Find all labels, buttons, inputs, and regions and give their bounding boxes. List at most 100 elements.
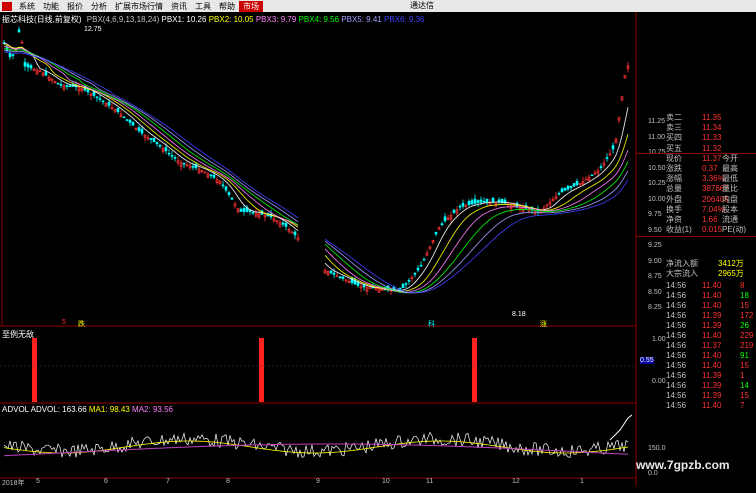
tick-time: 14:56 <box>666 381 687 390</box>
tick-row: 14:56 11.39 1 <box>636 371 756 381</box>
candle-body <box>98 98 102 100</box>
vol-panel-title: ADVOL ADVOL: 163.66 MA1: 98.43 MA2: 93.5… <box>2 405 173 414</box>
quote-label: 卖三 <box>666 123 682 133</box>
candle-body <box>569 185 573 188</box>
quote-label: 涨幅 <box>666 174 682 184</box>
flow-label: 净流入额 <box>666 259 698 268</box>
tick-row: 14:56 11.37 219 <box>636 341 756 351</box>
quote-label: 外盘 <box>666 194 682 204</box>
candle-body <box>224 186 228 191</box>
candle-body <box>611 145 615 150</box>
quote-row: 买四 11.33 <box>636 133 756 143</box>
candle-body <box>86 89 90 93</box>
quote-value: 0.37 <box>702 164 718 173</box>
quote-extra-label: 最高 <box>722 164 738 173</box>
tick-price: 11.39 <box>702 321 722 330</box>
candle-body <box>128 119 132 123</box>
low-price-label: 8.18 <box>512 311 526 318</box>
mark-bar-2 <box>259 338 264 402</box>
tick-time: 14:56 <box>666 291 687 300</box>
high-price-label: 12.75 <box>84 26 102 33</box>
tick-row: 14:56 11.39 14 <box>636 381 756 391</box>
tick-row: 14:56 11.40 7 <box>636 401 756 411</box>
ma-line-2 <box>3 44 629 292</box>
candle-body <box>293 231 297 236</box>
tick-price: 11.40 <box>702 281 722 290</box>
candle-body <box>434 231 438 235</box>
tick-time: 14:56 <box>666 281 687 290</box>
quote-extra-label: 流通 <box>722 215 738 224</box>
tick-volume: 91 <box>740 351 749 360</box>
candle-body <box>173 157 177 159</box>
tick-price: 11.40 <box>702 351 722 360</box>
quote-label: 换手 <box>666 204 682 214</box>
tick-row: 14:56 11.39 15 <box>636 391 756 401</box>
ma-line-1 <box>3 42 629 291</box>
tick-volume: 229 <box>740 331 754 340</box>
candle-body <box>284 223 288 227</box>
date-axis-label: 10 <box>382 478 390 485</box>
candle-body <box>458 205 462 208</box>
candle-body <box>443 216 447 222</box>
tick-price: 11.40 <box>702 361 722 370</box>
date-axis-label: 6 <box>104 478 108 485</box>
tick-volume: 1 <box>740 371 745 380</box>
candle-body <box>341 276 345 279</box>
date-axis-label: 8 <box>226 478 230 485</box>
candle-body <box>440 223 444 225</box>
candle-body <box>221 184 225 187</box>
quote-row: 外盘 206405 内盘 <box>636 195 756 205</box>
flow-row: 大宗流入 2965万 <box>636 269 756 279</box>
candle-body <box>11 54 15 56</box>
tick-time: 14:56 <box>666 321 687 330</box>
tick-time: 14:56 <box>666 301 687 310</box>
tick-row: 14:56 11.40 91 <box>636 351 756 361</box>
quote-row: 总量 387667 量比 <box>636 184 756 194</box>
date-axis-label: 7 <box>166 478 170 485</box>
quote-row: 卖二 11.35 <box>636 113 756 123</box>
quote-row: 卖三 11.34 <box>636 123 756 133</box>
tick-price: 11.37 <box>702 341 722 350</box>
candle-body <box>164 147 168 152</box>
quote-value: 11.33 <box>702 133 722 143</box>
tick-row: 14:56 11.40 8 <box>636 281 756 291</box>
candle-body <box>407 280 411 282</box>
candle-body <box>560 188 564 193</box>
candle-body <box>131 121 135 126</box>
candle-body <box>137 127 141 132</box>
flow-value: 3412万 <box>718 259 744 268</box>
date-axis-label: 12 <box>512 478 520 485</box>
candle-body <box>95 96 99 99</box>
candle-body <box>401 284 405 288</box>
quote-label: 现价 <box>666 153 682 163</box>
candle-body <box>170 155 174 157</box>
tick-row: 14:56 11.40 18 <box>636 291 756 301</box>
tick-volume: 15 <box>740 301 749 310</box>
tick-volume: 172 <box>740 311 754 320</box>
ma-line-3 <box>3 46 629 293</box>
tick-price: 11.40 <box>702 301 722 310</box>
quote-label: 涨跌 <box>666 164 682 173</box>
quote-label: 收益(1) <box>666 225 692 235</box>
signal-mark-2: 跌 <box>78 321 85 328</box>
tick-volume: 18 <box>740 291 749 300</box>
watermark: www.7gpzb.com <box>636 458 730 472</box>
candle-body <box>491 197 495 203</box>
candle-body <box>29 65 33 69</box>
candle-body <box>404 283 408 285</box>
quote-extra-label: 量比 <box>722 184 738 194</box>
tick-time: 14:56 <box>666 401 687 410</box>
quote-label: 总量 <box>666 184 682 194</box>
quote-label: 卖二 <box>666 113 682 122</box>
candle-body <box>116 107 120 112</box>
candle-body <box>167 152 171 155</box>
quote-panel: 卖二 11.35 卖三 11.34 买四 11.33 买五 11.32 现价 11.37 今开 涨跌 0… <box>636 113 756 493</box>
tick-price: 11.39 <box>702 381 722 390</box>
tick-volume: 15 <box>740 361 749 370</box>
quote-extra-label: 最低 <box>722 174 738 184</box>
candle-body <box>251 211 255 214</box>
candle-body <box>575 181 579 186</box>
tick-price: 11.40 <box>702 331 722 340</box>
candle-body <box>56 82 60 85</box>
candle-body <box>149 138 153 140</box>
